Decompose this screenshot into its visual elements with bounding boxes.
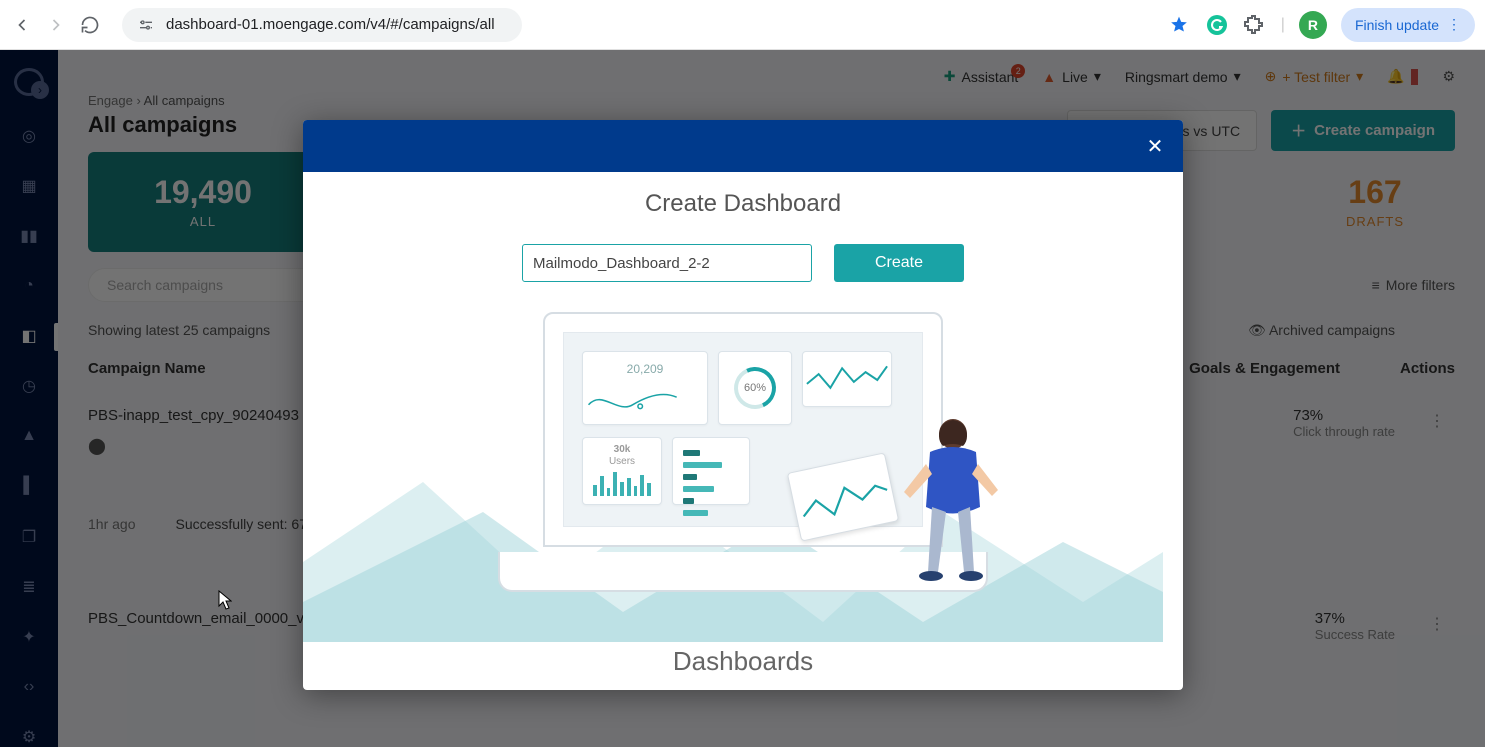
bars-label: Users	[609, 456, 635, 467]
modal-subtitle: Dashboards	[303, 646, 1183, 677]
mini-chart-bars: 30k Users	[582, 437, 662, 505]
forward-icon[interactable]	[44, 13, 68, 37]
site-settings-icon[interactable]	[136, 15, 156, 35]
dashboard-name-input[interactable]	[522, 244, 812, 282]
laptop-graphic: 20,209 60%	[498, 312, 988, 592]
modal-body: Create Dashboard Create 20,209	[303, 172, 1183, 690]
modal-form: Create	[303, 244, 1183, 282]
finish-update-button[interactable]: Finish update ⋮	[1341, 8, 1475, 42]
modal-header: ✕	[303, 120, 1183, 172]
donut-percent: 60%	[744, 382, 766, 394]
chrome-right-icons: | R Finish update ⋮	[1167, 8, 1475, 42]
close-icon[interactable]: ✕	[1141, 132, 1169, 160]
menu-dots-icon[interactable]: ⋮	[1447, 16, 1461, 33]
address-bar[interactable]: dashboard-01.moengage.com/v4/#/campaigns…	[122, 8, 522, 42]
browser-toolbar: dashboard-01.moengage.com/v4/#/campaigns…	[0, 0, 1485, 50]
address-bar-area: dashboard-01.moengage.com/v4/#/campaigns…	[122, 8, 1157, 42]
create-button[interactable]: Create	[834, 244, 964, 282]
grammarly-icon[interactable]	[1205, 13, 1229, 37]
bookmark-star-icon[interactable]	[1167, 13, 1191, 37]
mini-chart-donut: 60%	[718, 351, 792, 425]
extensions-icon[interactable]	[1243, 13, 1267, 37]
bars-value: 30k	[614, 444, 631, 455]
modal-title: Create Dashboard	[303, 190, 1183, 218]
back-icon[interactable]	[10, 13, 34, 37]
profile-avatar[interactable]: R	[1299, 11, 1327, 39]
create-dashboard-modal: ✕ Create Dashboard Create	[303, 120, 1183, 690]
reload-icon[interactable]	[78, 13, 102, 37]
person-graphic	[898, 412, 1008, 612]
mini-chart-number: 20,209	[583, 362, 707, 376]
finish-update-label: Finish update	[1355, 17, 1439, 33]
mini-chart-hbars	[672, 437, 750, 505]
app-root: › ◎ ▦ ▮▮ ◔ ◧ ◷ ▲ ▌ ❐ ≣ ✦ ‹› ⚙ ✚ Assistan…	[0, 50, 1485, 747]
url-text: dashboard-01.moengage.com/v4/#/campaigns…	[166, 16, 495, 33]
mini-chart-line: 20,209	[582, 351, 708, 425]
mini-chart-spark	[802, 351, 892, 407]
modal-illustration: 20,209 60%	[303, 312, 1183, 642]
